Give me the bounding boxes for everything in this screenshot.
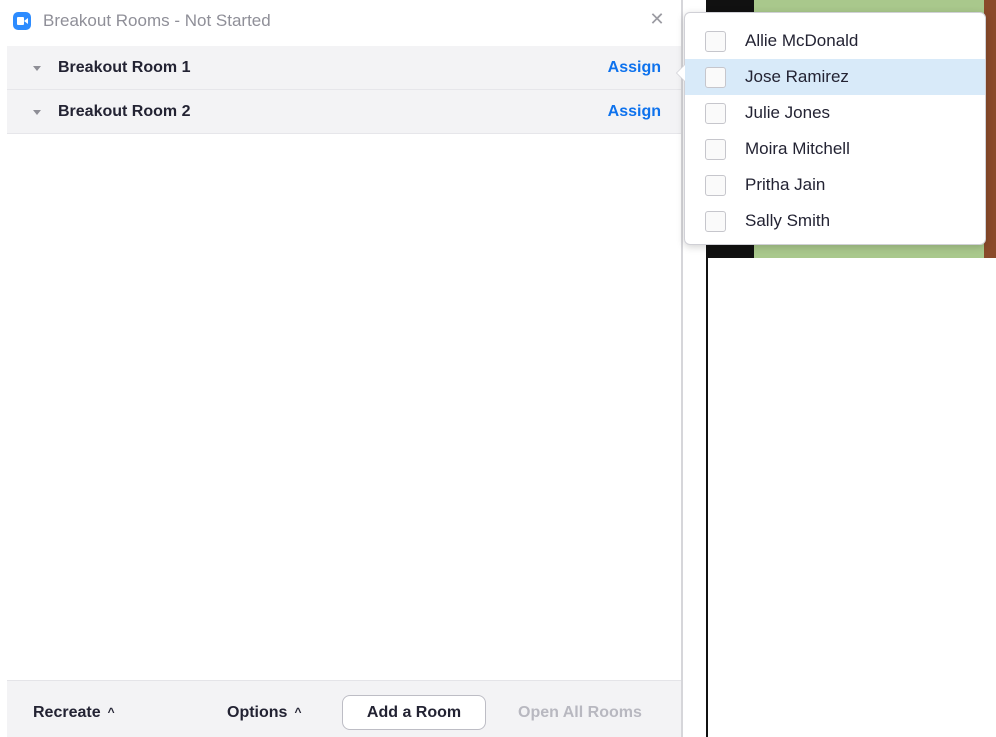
add-room-button[interactable]: Add a Room [342, 695, 486, 730]
participant-checkbox[interactable] [705, 31, 726, 52]
assign-link[interactable]: Assign [608, 59, 661, 77]
participant-name: Pritha Jain [745, 175, 826, 194]
bottom-toolbar: Recreate ^ Options ^ Add a Room Open All R… [7, 680, 681, 737]
participant-name: Julie Jones [745, 103, 831, 122]
zoom-camera-icon [13, 12, 31, 30]
participant-checkbox[interactable] [705, 211, 726, 232]
participant-name: Moira Mitchell [745, 139, 850, 158]
assign-participants-popup: Allie McDonald Jose Ramirez Julie Jones … [676, 12, 986, 245]
titlebar: Breakout Rooms - Not Started ✕ [0, 0, 681, 44]
participant-name: Allie McDonald [745, 31, 859, 50]
participant-name: Jose Ramirez [745, 67, 849, 86]
room-row-2[interactable]: Breakout Room 2 Assign [7, 90, 681, 134]
chevron-up-icon: ^ [107, 705, 115, 719]
close-icon[interactable]: ✕ [648, 10, 666, 28]
caret-down-icon[interactable] [33, 66, 41, 71]
meeting-divider [706, 258, 708, 737]
participant-name: Sally Smith [745, 211, 831, 230]
participant-checkbox[interactable] [705, 175, 726, 196]
room-name: Breakout Room 2 [58, 103, 191, 120]
room-row-1[interactable]: Breakout Room 1 Assign [7, 46, 681, 90]
participant-checkbox[interactable] [705, 103, 726, 124]
assign-link[interactable]: Assign [608, 103, 661, 121]
participant-row[interactable]: Moira Mitchell [685, 131, 985, 167]
participant-checkbox[interactable] [705, 67, 726, 88]
participant-row[interactable]: Julie Jones [685, 95, 985, 131]
options-label: Options [227, 704, 288, 721]
recreate-button[interactable]: Recreate ^ [33, 704, 115, 722]
window-title: Breakout Rooms - Not Started [43, 11, 271, 30]
room-name: Breakout Room 1 [58, 59, 191, 76]
participant-row[interactable]: Jose Ramirez [685, 59, 985, 95]
open-all-rooms-button[interactable]: Open All Rooms [518, 704, 642, 722]
participant-checkbox[interactable] [705, 139, 726, 160]
room-list: Breakout Room 1 Assign Breakout Room 2 A… [7, 46, 681, 134]
options-button[interactable]: Options ^ [227, 704, 301, 722]
caret-down-icon[interactable] [33, 110, 41, 115]
participant-row[interactable]: Allie McDonald [685, 23, 985, 59]
breakout-rooms-window: Breakout Rooms - Not Started ✕ Breakout … [0, 0, 683, 737]
popup-pointer [676, 64, 685, 82]
recreate-label: Recreate [33, 704, 101, 721]
chevron-up-icon: ^ [294, 705, 302, 719]
participant-row[interactable]: Pritha Jain [685, 167, 985, 203]
participant-row[interactable]: Sally Smith [685, 203, 985, 239]
